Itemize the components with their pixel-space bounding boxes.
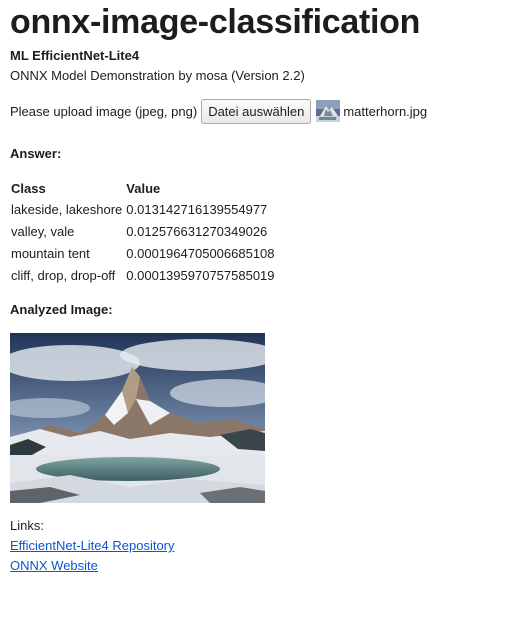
table-header-row: Class Value [10, 180, 276, 198]
upload-row: Please upload image (jpeg, png) Datei au… [10, 98, 427, 124]
column-header-class: Class [11, 181, 46, 196]
class-cell: cliff, drop, drop-off [11, 268, 116, 283]
table-row: mountain tent 0.0001964705006685108 [10, 244, 276, 264]
model-name: ML EfficientNet-Lite4 [10, 48, 140, 63]
answer-heading: Answer: [10, 146, 62, 161]
page-title: onnx-image-classification [10, 3, 421, 41]
value-cell: 0.0001964705006685108 [126, 246, 275, 261]
model-description: ONNX Model Demonstration by mosa (Versio… [10, 68, 305, 83]
onnx-website-link[interactable]: ONNX Website [10, 558, 98, 574]
table-row: lakeside, lakeshore 0.013142716139554977 [10, 200, 276, 220]
upload-label: Please upload image (jpeg, png) [10, 103, 198, 119]
links-label: Links: [10, 518, 44, 533]
column-header-value: Value [126, 181, 161, 196]
class-cell: lakeside, lakeshore [11, 202, 123, 217]
image-thumbnail-icon [316, 100, 341, 122]
value-cell: 0.012576631270349026 [126, 224, 268, 239]
efficientnet-repository-link[interactable]: EfficientNet-Lite4 Repository [10, 538, 175, 554]
results-table: Class Value lakeside, lakeshore 0.013142… [8, 178, 278, 288]
value-cell: 0.0001395970757585019 [126, 268, 275, 283]
analyzed-image [10, 333, 265, 503]
value-cell: 0.013142716139554977 [126, 202, 268, 217]
table-row: valley, vale 0.012576631270349026 [10, 222, 276, 242]
class-cell: mountain tent [11, 246, 90, 261]
selected-file-name: matterhorn.jpg [343, 103, 428, 119]
choose-file-button[interactable]: Datei auswählen [201, 98, 312, 124]
analyzed-image-heading: Analyzed Image: [10, 302, 113, 317]
class-cell: valley, vale [11, 224, 75, 239]
table-row: cliff, drop, drop-off 0.0001395970757585… [10, 266, 276, 286]
